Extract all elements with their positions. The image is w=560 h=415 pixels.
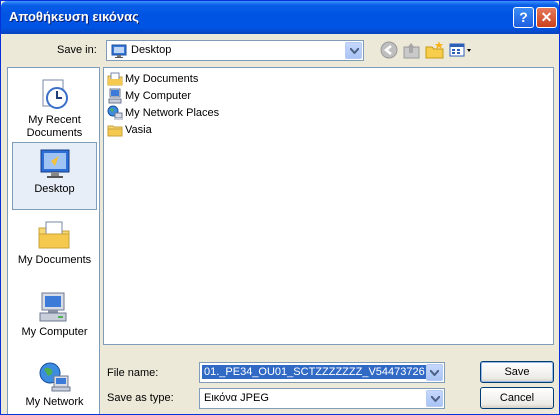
place-label: My Recent Documents — [26, 114, 83, 139]
place-my-network[interactable]: My Network — [12, 356, 97, 414]
file-name: My Documents — [125, 73, 199, 85]
my-documents-icon — [36, 218, 72, 252]
desktop-icon — [37, 147, 73, 181]
save-as-type-dropdown[interactable]: Εικόνα JPEG — [199, 388, 445, 409]
place-label: My Network — [25, 396, 84, 408]
desktop-small-icon — [111, 43, 127, 62]
places-bar: My Recent Documents Desktop My Documents… — [7, 67, 100, 414]
place-label: Desktop — [34, 183, 75, 195]
place-label: My Documents — [17, 254, 92, 266]
chevron-down-icon[interactable] — [426, 364, 443, 381]
save-in-value: Desktop — [131, 44, 172, 56]
window-title: Αποθήκευση εικόνας — [9, 9, 139, 24]
file-name-label: File name: — [107, 367, 159, 379]
chevron-down-icon[interactable] — [426, 390, 443, 407]
file-name-value: 01._PE34_OU01_SCTZZZZZZZ_V54473726 — [202, 365, 427, 379]
file-list[interactable]: My Documents My Computer My Network Plac… — [103, 67, 554, 345]
save-as-type-value: Εικόνα JPEG — [204, 392, 269, 404]
cancel-button[interactable]: Cancel — [480, 387, 554, 409]
chevron-down-icon[interactable] — [345, 42, 362, 59]
save-as-type-label: Save as type: — [107, 392, 174, 404]
folder-icon — [107, 122, 123, 138]
my-network-icon — [36, 360, 72, 394]
place-desktop[interactable]: Desktop — [12, 142, 97, 210]
file-name: My Computer — [125, 90, 192, 102]
recent-documents-icon — [36, 78, 72, 112]
my-computer-icon — [107, 88, 123, 104]
network-places-icon — [107, 105, 123, 121]
place-my-documents[interactable]: My Documents — [12, 214, 97, 282]
up-folder-icon[interactable] — [401, 39, 423, 61]
my-computer-icon — [36, 290, 72, 324]
new-folder-icon[interactable] — [424, 39, 446, 61]
help-button[interactable]: ? — [513, 7, 534, 28]
file-name: Vasia — [125, 124, 152, 136]
back-icon[interactable] — [378, 39, 400, 61]
place-label: My Computer — [21, 326, 88, 338]
place-recent-documents[interactable]: My Recent Documents — [12, 74, 97, 142]
save-image-dialog: Αποθήκευση εικόνας ? ✕ Save in: Desktop — [0, 0, 560, 415]
save-in-label: Save in: — [57, 44, 97, 56]
save-button[interactable]: Save — [480, 361, 554, 383]
place-my-computer[interactable]: My Computer — [12, 286, 97, 354]
close-button[interactable]: ✕ — [536, 7, 557, 28]
views-menu-icon[interactable] — [448, 39, 474, 61]
save-in-dropdown[interactable]: Desktop — [106, 40, 364, 61]
title-bar[interactable]: Αποθήκευση εικόνας ? ✕ — [1, 1, 559, 34]
my-documents-icon — [107, 71, 123, 87]
file-name-input[interactable]: 01._PE34_OU01_SCTZZZZZZZ_V54473726 — [199, 362, 445, 383]
file-name: My Network Places — [125, 107, 220, 119]
